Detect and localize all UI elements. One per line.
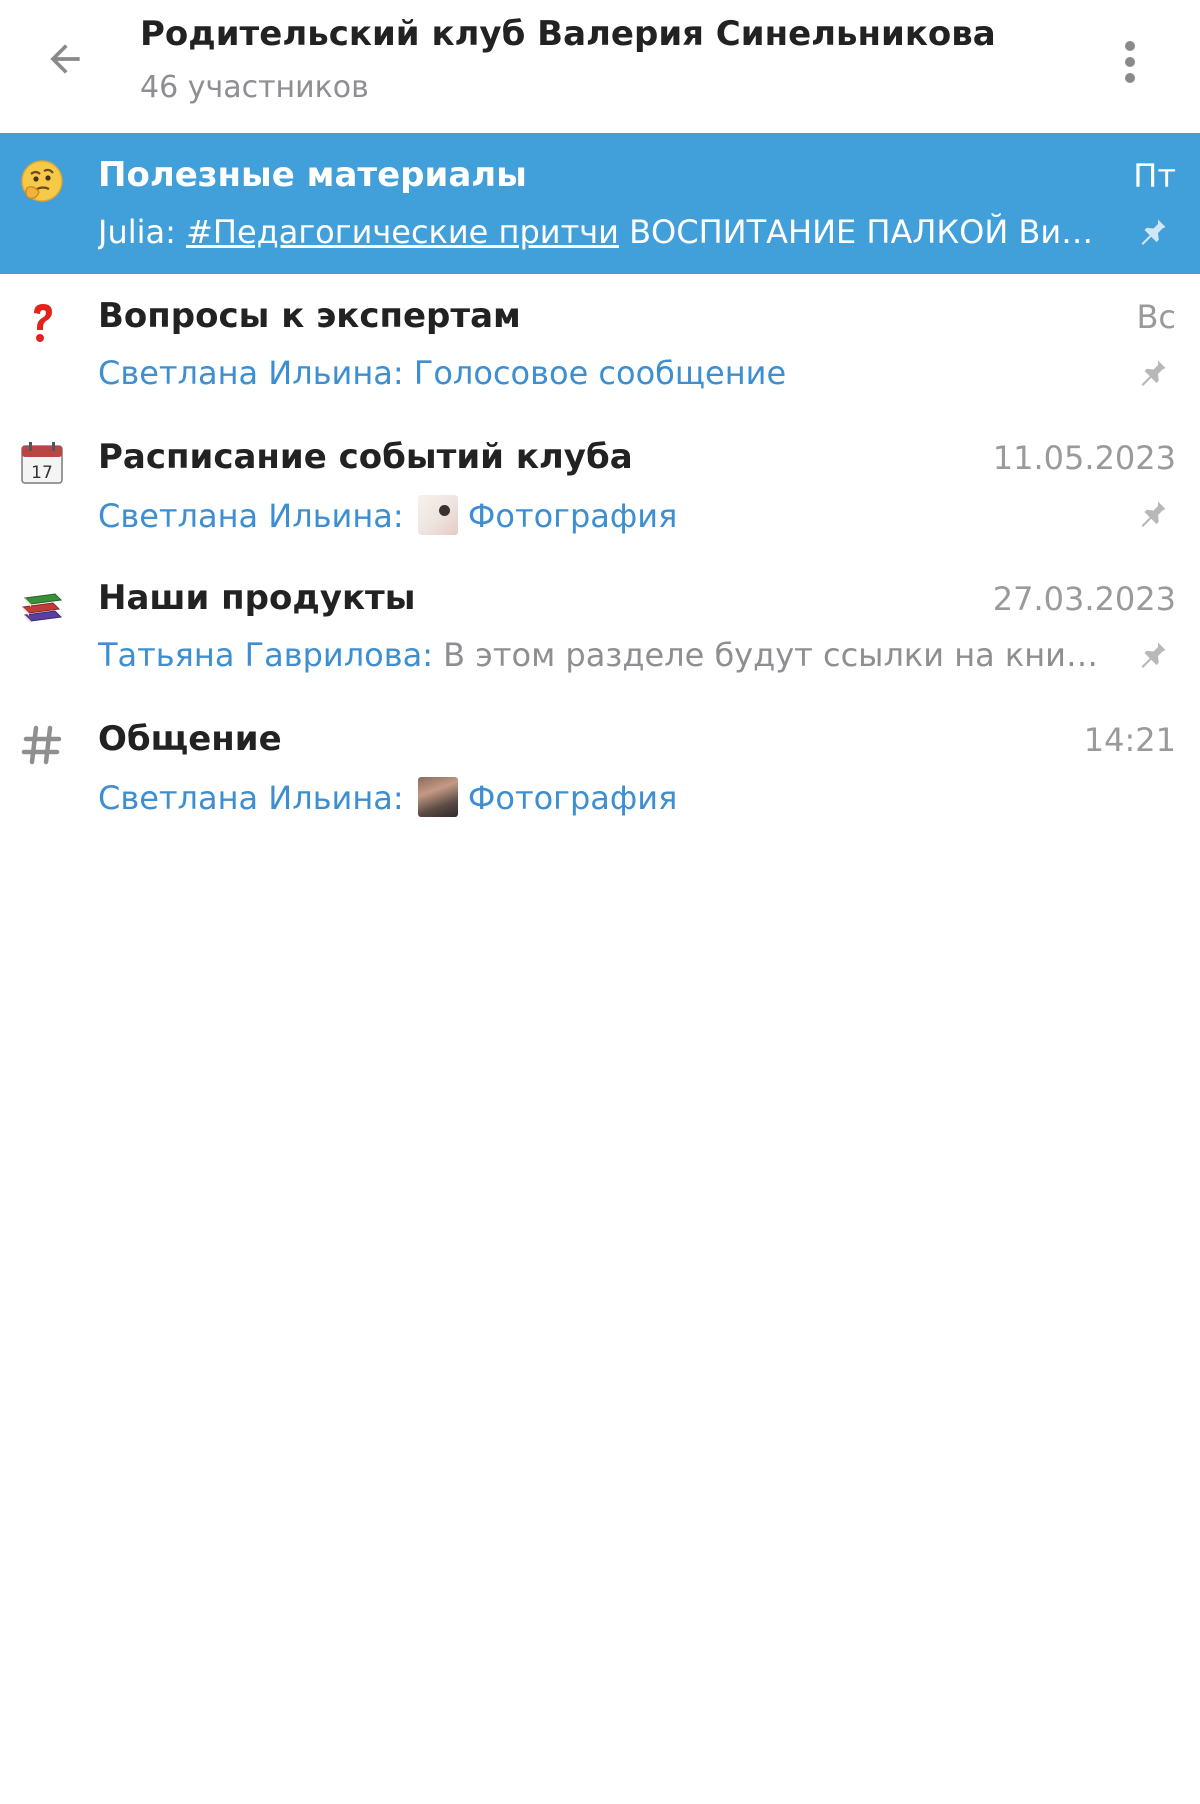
media-label: Голосовое сообщение <box>413 354 787 392</box>
topic-item[interactable]: Общение 14:21 Светлана Ильина: Фотографи… <box>0 697 1200 838</box>
sender-name: Светлана Ильина: <box>98 779 404 817</box>
menu-button[interactable] <box>1108 30 1152 94</box>
more-vertical-icon <box>1125 41 1135 83</box>
topic-item[interactable]: 17 Расписание событий клуба 11.05.2023 С… <box>0 415 1200 556</box>
sender-name: Светлана Ильина: <box>98 497 404 535</box>
thinking-face-emoji-icon <box>18 157 66 205</box>
topic-preview: Julia: #Педагогические притчи ВОСПИТАНИЕ… <box>98 213 1098 251</box>
back-button[interactable] <box>28 22 102 96</box>
app: Родительский клуб Валерия Синельникова 4… <box>0 0 1200 1804</box>
topic-list: Полезные материалы Пт Julia: #Педагогиче… <box>0 133 1200 838</box>
group-title[interactable]: Родительский клуб Валерия Синельникова <box>140 14 996 54</box>
topic-title: Полезные материалы <box>98 155 527 195</box>
photo-thumbnail <box>417 777 458 817</box>
pin-icon <box>1141 642 1166 668</box>
topic-item[interactable]: Полезные материалы Пт Julia: #Педагогиче… <box>0 133 1200 274</box>
topic-date: Вс <box>1136 298 1176 336</box>
pin-icon <box>1141 501 1166 527</box>
topic-preview: Светлана Ильина: Голосовое сообщение <box>98 354 1098 392</box>
topic-title: Наши продукты <box>98 578 416 618</box>
sender-name: Julia: <box>98 213 176 251</box>
media-label: Фотография <box>467 779 678 817</box>
topic-title: Общение <box>98 719 282 759</box>
topic-title: Вопросы к экспертам <box>98 296 521 336</box>
topic-date: 14:21 <box>1083 721 1176 759</box>
pin-icon <box>1141 219 1166 245</box>
topic-preview: Татьяна Гаврилова: В этом разделе будут … <box>98 636 1098 674</box>
topic-date: 27.03.2023 <box>992 580 1176 618</box>
hash-icon <box>18 721 66 769</box>
topic-preview: Светлана Ильина: Фотография <box>98 495 1098 535</box>
media-label: Фотография <box>467 497 678 535</box>
topic-date: Пт <box>1133 157 1176 195</box>
topic-title: Расписание событий клуба <box>98 437 633 477</box>
sender-name: Татьяна Гаврилова: <box>98 636 433 674</box>
message-text: ВОСПИТАНИЕ ПАЛКОЙ Вид... <box>629 213 1098 251</box>
calendar-emoji-icon: 17 <box>18 439 66 487</box>
message-text: В этом разделе будут ссылки на книги В..… <box>443 636 1098 674</box>
red-question-mark-emoji-icon <box>18 298 66 346</box>
topic-item[interactable]: Наши продукты 27.03.2023 Татьяна Гаврило… <box>0 556 1200 697</box>
sender-name: Светлана Ильина: <box>98 354 404 392</box>
pin-icon <box>1141 360 1166 386</box>
books-emoji-icon <box>18 580 66 628</box>
topic-preview: Светлана Ильина: Фотография <box>98 777 1098 817</box>
photo-thumbnail <box>417 495 458 535</box>
topic-item[interactable]: Вопросы к экспертам Вс Светлана Ильина: … <box>0 274 1200 415</box>
member-count: 46 участников <box>140 70 369 105</box>
hashtag-link[interactable]: #Педагогические притчи <box>186 213 619 251</box>
arrow-left-icon <box>50 44 80 74</box>
topic-date: 11.05.2023 <box>992 439 1176 477</box>
chat-header: Родительский клуб Валерия Синельникова 4… <box>0 0 1200 134</box>
svg-text:17: 17 <box>31 463 53 483</box>
